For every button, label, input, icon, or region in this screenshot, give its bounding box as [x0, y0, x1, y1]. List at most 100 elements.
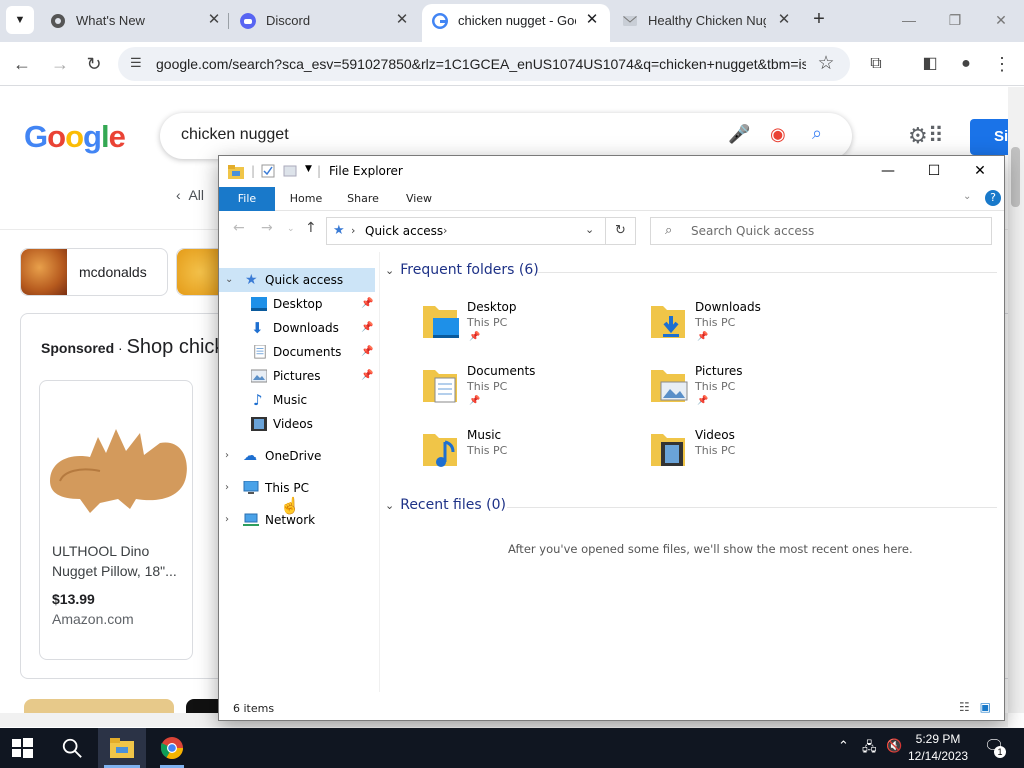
up-arrow-icon[interactable]: ↑: [305, 220, 317, 236]
volume-muted-icon[interactable]: 🔇: [886, 738, 902, 768]
nav-videos[interactable]: Videos: [219, 412, 375, 436]
recent-locations-chevron-icon[interactable]: ⌄: [287, 224, 295, 234]
folder-location: This PC: [695, 444, 736, 457]
new-tab-plus-icon[interactable]: +: [808, 8, 830, 30]
google-search-box[interactable]: chicken nugget 🎤 ◉ ⌕: [160, 113, 852, 159]
folder-downloads[interactable]: Downloads This PC 📌: [613, 296, 833, 352]
minimize-icon[interactable]: —: [894, 6, 924, 34]
explorer-title-bar[interactable]: | ▼ | File Explorer — ☐ ✕: [219, 156, 1004, 187]
restore-icon[interactable]: ❐: [940, 6, 970, 34]
pane-divider[interactable]: [379, 252, 380, 692]
expand-chevron-icon[interactable]: ›: [225, 444, 229, 468]
explorer-maximize-icon[interactable]: ☐: [911, 156, 957, 187]
explorer-search-field[interactable]: ⌕ Search Quick access: [650, 217, 992, 245]
tab-close-icon[interactable]: ✕: [392, 10, 412, 30]
ribbon-expand-chevron-icon[interactable]: ⌄: [963, 191, 971, 202]
nav-quick-access[interactable]: ⌄ ★ Quick access: [219, 268, 375, 292]
address-bar[interactable]: ☰ google.com/search?sca_esv=591027850&rl…: [118, 47, 850, 81]
address-dropdown-chevron-icon[interactable]: ⌄: [585, 223, 594, 236]
expand-chevron-icon[interactable]: ›: [225, 476, 229, 500]
this-pc-monitor-icon: [243, 481, 259, 494]
ribbon-tab-view[interactable]: View: [395, 187, 443, 211]
tab-healthy-chicken[interactable]: Healthy Chicken Nugg ✕: [612, 4, 802, 38]
recent-files-header[interactable]: ⌄ Recent files (0): [385, 497, 506, 513]
nav-desktop[interactable]: Desktop 📌: [219, 292, 375, 316]
taskbar-file-explorer[interactable]: [98, 728, 146, 768]
folder-documents[interactable]: Documents This PC 📌: [385, 360, 605, 416]
collapse-chevron-icon: ⌄: [385, 264, 395, 277]
refresh-icon[interactable]: ↻: [615, 223, 626, 238]
lens-camera-icon[interactable]: ◉: [770, 124, 786, 145]
bookmark-star-icon[interactable]: ☆: [812, 50, 840, 78]
taskbar-chrome[interactable]: [148, 728, 196, 768]
scrollbar-thumb[interactable]: [1011, 147, 1020, 207]
folder-music[interactable]: Music This PC: [385, 424, 605, 480]
forward-arrow-icon[interactable]: →: [46, 50, 74, 78]
explorer-minimize-icon[interactable]: —: [865, 156, 911, 187]
menu-dots-icon[interactable]: ⋮: [988, 50, 1016, 78]
large-icons-view-icon[interactable]: ▣: [980, 700, 991, 714]
frequent-folders-header[interactable]: ⌄ Frequent folders (6): [385, 262, 539, 278]
all-filter-link[interactable]: ‹ All: [176, 187, 204, 203]
taskbar-clock[interactable]: 5:29 PM 12/14/2023: [908, 731, 968, 765]
clock-time: 5:29 PM: [915, 732, 961, 746]
explorer-address-field[interactable]: ★ › Quick access › ⌄ ↻: [326, 217, 636, 245]
nav-pictures[interactable]: Pictures 📌: [219, 364, 375, 388]
microphone-icon[interactable]: 🎤: [728, 124, 750, 145]
windows-start-icon[interactable]: [10, 736, 34, 760]
folder-pictures[interactable]: Pictures This PC 📌: [613, 360, 833, 416]
site-info-icon[interactable]: ☰: [130, 55, 142, 71]
show-hidden-icons-chevron-icon[interactable]: ⌃: [838, 738, 849, 768]
folder-desktop-icon: [423, 306, 459, 338]
folder-videos-icon: [651, 434, 685, 466]
new-folder-icon[interactable]: [283, 164, 297, 178]
sign-in-button[interactable]: Si: [970, 119, 1008, 155]
help-icon[interactable]: ?: [985, 190, 1001, 206]
extensions-puzzle-icon[interactable]: ⧉: [862, 50, 890, 78]
reload-icon[interactable]: ↻: [80, 50, 108, 78]
properties-icon[interactable]: [261, 164, 275, 178]
address-location[interactable]: Quick access: [365, 224, 443, 238]
tab-close-icon[interactable]: ✕: [582, 10, 602, 30]
nav-music[interactable]: ♪ Music: [219, 388, 375, 412]
expand-chevron-icon[interactable]: ›: [225, 508, 229, 532]
nav-label: Videos: [273, 417, 313, 431]
desktop-icon: [251, 297, 267, 311]
taskbar-search-icon[interactable]: [48, 728, 96, 768]
forward-arrow-icon[interactable]: →: [261, 220, 273, 236]
google-doodle-logo[interactable]: Google: [24, 119, 126, 155]
explorer-close-icon[interactable]: ✕: [957, 156, 1003, 187]
nav-onedrive[interactable]: › ☁ OneDrive: [219, 444, 375, 468]
details-view-icon[interactable]: ☷: [959, 700, 970, 714]
ribbon-tab-share[interactable]: Share: [339, 187, 387, 211]
tab-close-icon[interactable]: ✕: [204, 10, 224, 30]
close-window-icon[interactable]: ✕: [986, 6, 1016, 34]
ribbon-tab-home[interactable]: Home: [281, 187, 331, 211]
collapse-chevron-icon[interactable]: ⌄: [225, 268, 233, 292]
breadcrumb-separator-icon[interactable]: ›: [443, 224, 447, 237]
notifications-icon[interactable]: 🗨 1: [984, 736, 1006, 768]
ribbon-tab-file[interactable]: File: [219, 187, 275, 211]
settings-gear-icon[interactable]: ⚙⠿: [908, 123, 944, 149]
nav-documents[interactable]: Documents 📌: [219, 340, 375, 364]
search-icon[interactable]: ⌕: [812, 123, 822, 144]
tab-discord[interactable]: Discord ✕: [230, 4, 420, 38]
product-card[interactable]: ULTHOOL Dino Nugget Pillow, 18"... $13.9…: [39, 380, 193, 660]
related-chip-mcdonalds[interactable]: mcdonalds: [20, 248, 168, 296]
image-result-peek[interactable]: [24, 699, 174, 713]
nav-label: Downloads: [273, 321, 339, 335]
profile-avatar-icon[interactable]: ●: [952, 50, 980, 78]
qat-customize-chevron-icon[interactable]: ▼: [305, 164, 312, 174]
page-vertical-scrollbar[interactable]: [1008, 87, 1024, 713]
folder-videos[interactable]: Videos This PC: [613, 424, 833, 480]
back-arrow-icon[interactable]: ←: [233, 220, 245, 236]
side-panel-icon[interactable]: ◧: [916, 50, 944, 78]
nav-downloads[interactable]: ⬇ Downloads 📌: [219, 316, 375, 340]
folder-desktop[interactable]: Desktop This PC 📌: [385, 296, 605, 352]
tab-close-icon[interactable]: ✕: [774, 10, 794, 30]
tab-search-chevron-icon[interactable]: ▼: [6, 6, 34, 34]
tab-whats-new[interactable]: What's New ✕: [40, 4, 230, 38]
network-tray-icon[interactable]: 🖧: [862, 738, 877, 768]
back-arrow-icon[interactable]: ←: [8, 50, 36, 78]
tab-chicken-nugget[interactable]: chicken nugget - Goo ✕: [422, 4, 610, 42]
